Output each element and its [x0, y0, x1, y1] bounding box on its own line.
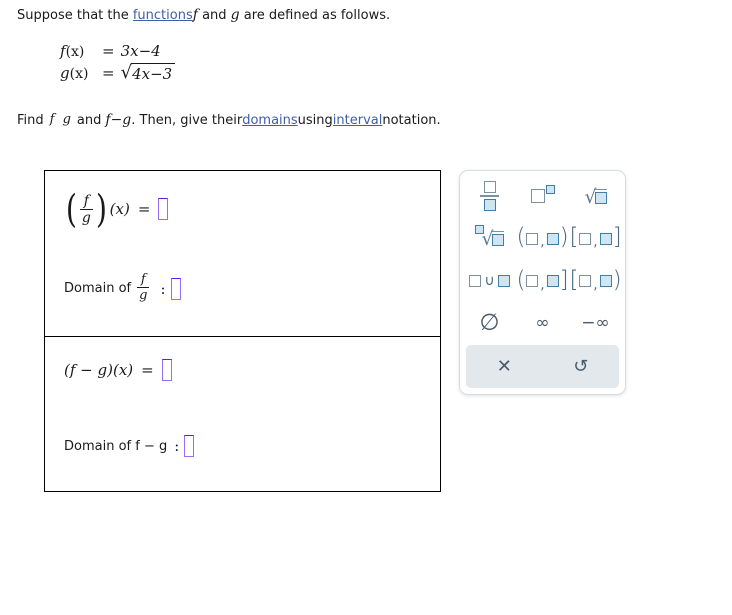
definition-f-rhs: 3x−4	[120, 42, 161, 60]
domains-link[interactable]: domains	[242, 113, 297, 129]
radical-sign-icon: √	[120, 62, 133, 83]
interval-link[interactable]: interval	[333, 113, 383, 129]
functions-link[interactable]: functions	[133, 8, 193, 23]
intro-symbol-g: g	[230, 7, 240, 23]
intro-and: and	[197, 8, 231, 23]
find-fraction-numerator: f	[49, 111, 55, 127]
fraction-key[interactable]	[463, 175, 516, 218]
infinity-key[interactable]: ∞	[516, 303, 569, 346]
definition-g-radical: √ 4x−3	[121, 63, 176, 83]
problem-intro-text: Suppose that the functionsf and g are de…	[17, 7, 390, 24]
closed-interval-icon: [ , ]	[569, 224, 622, 251]
empty-set-key[interactable]: ∅	[463, 303, 516, 346]
find-using: using	[297, 112, 333, 128]
infinity-icon: ∞	[535, 313, 550, 334]
difference-equals: =	[141, 361, 154, 379]
intro-before-link: Suppose that the	[17, 8, 133, 23]
difference-expression-label: (f − g)(x)	[64, 361, 134, 379]
definition-g: g(x) = √ 4x−3	[60, 62, 176, 84]
open-interval-key[interactable]: ( , )	[516, 218, 569, 261]
difference-answer-input[interactable]	[161, 359, 172, 381]
fraction-icon	[480, 181, 499, 212]
answer-box-difference: (f − g)(x) = Domain of f − g :	[44, 336, 441, 492]
half-open-left-icon: [ , )	[569, 266, 622, 293]
union-icon: ∪	[469, 273, 510, 289]
quotient-expression-label: ( f g )	[64, 187, 109, 231]
quotient-equals: =	[137, 200, 151, 219]
clear-button[interactable]: ✕	[466, 345, 543, 388]
quotient-answer-input[interactable]	[158, 198, 169, 221]
function-definitions: f(x) = 3x−4 g(x) = √ 4x−3	[60, 40, 176, 84]
closed-interval-key[interactable]: [ , ]	[569, 218, 622, 261]
quotient-domain-fraction: f g	[137, 272, 150, 303]
quotient-domain-denominator: g	[139, 288, 148, 303]
nth-root-icon: √	[475, 225, 504, 249]
find-word: Find	[17, 112, 44, 128]
quotient-domain-numerator: f	[140, 272, 146, 287]
negative-infinity-key[interactable]: −∞	[569, 303, 622, 346]
close-paren: )	[95, 187, 107, 231]
quotient-fraction: f g	[79, 192, 93, 226]
keypad-footer: ✕ ↺	[466, 345, 619, 388]
quotient-domain-label: Domain of	[64, 281, 132, 296]
difference-domain-input[interactable]	[184, 435, 195, 457]
difference-domain-colon: :	[174, 437, 180, 455]
intro-tail: are defined as follows.	[239, 8, 391, 23]
answer-box-quotient: ( f g ) (x) = Domain of f g :	[44, 170, 441, 337]
quotient-domain-input[interactable]	[170, 277, 181, 300]
definition-f-lhs: f(x)	[60, 42, 85, 60]
keypad-grid: √ √ ( , ) [,] ∪ (,] [,) ∅ ∞ −∞	[460, 171, 625, 345]
undo-button[interactable]: ↺	[543, 345, 620, 388]
find-f-minus-g: f−g	[105, 112, 132, 128]
quotient-numerator: f	[83, 192, 89, 209]
find-fraction-denominator: g	[62, 111, 71, 127]
open-paren: (	[65, 187, 77, 231]
half-open-left-key[interactable]: [ , )	[569, 260, 622, 303]
exponent-key[interactable]	[516, 175, 569, 218]
definition-g-equals: =	[102, 64, 115, 82]
union-key[interactable]: ∪	[463, 260, 516, 303]
open-interval-icon: ( , )	[516, 224, 569, 251]
definition-f: f(x) = 3x−4	[60, 40, 175, 62]
find-tail: notation.	[382, 112, 441, 128]
empty-set-icon: ∅	[479, 310, 500, 337]
half-open-right-key[interactable]: ( , ]	[516, 260, 569, 303]
find-fraction-f-over-g: f g	[48, 113, 73, 126]
math-symbol-keypad: √ √ ( , ) [,] ∪ (,] [,) ∅ ∞ −∞ ✕ ↺	[459, 170, 626, 395]
square-root-key[interactable]: √	[569, 175, 622, 218]
difference-expression-row: (f − g)(x) =	[64, 359, 172, 381]
find-and: and	[76, 112, 102, 128]
definition-f-equals: =	[102, 42, 115, 60]
negative-infinity-icon: −∞	[581, 313, 610, 334]
half-open-right-icon: ( , ]	[516, 266, 569, 293]
find-then: . Then, give their	[131, 112, 243, 128]
definition-g-radicand: 4x−3	[131, 63, 176, 83]
quotient-denominator: g	[81, 209, 91, 226]
square-root-icon: √	[584, 187, 607, 206]
exponent-icon	[530, 185, 555, 204]
difference-domain-label: Domain of f − g	[64, 438, 168, 454]
definition-g-lhs: g(x)	[60, 64, 89, 82]
close-icon: ✕	[496, 355, 512, 377]
quotient-domain-colon: :	[160, 279, 166, 298]
undo-icon: ↺	[573, 355, 589, 377]
quotient-of-x: (x)	[109, 200, 130, 219]
quotient-expression-row: ( f g ) (x) =	[64, 187, 169, 231]
quotient-domain-row: Domain of f g :	[64, 272, 181, 303]
nth-root-key[interactable]: √	[463, 218, 516, 261]
problem-find-text: Find f g and f−g. Then, give their domai…	[17, 112, 441, 129]
difference-domain-row: Domain of f − g :	[64, 435, 195, 457]
